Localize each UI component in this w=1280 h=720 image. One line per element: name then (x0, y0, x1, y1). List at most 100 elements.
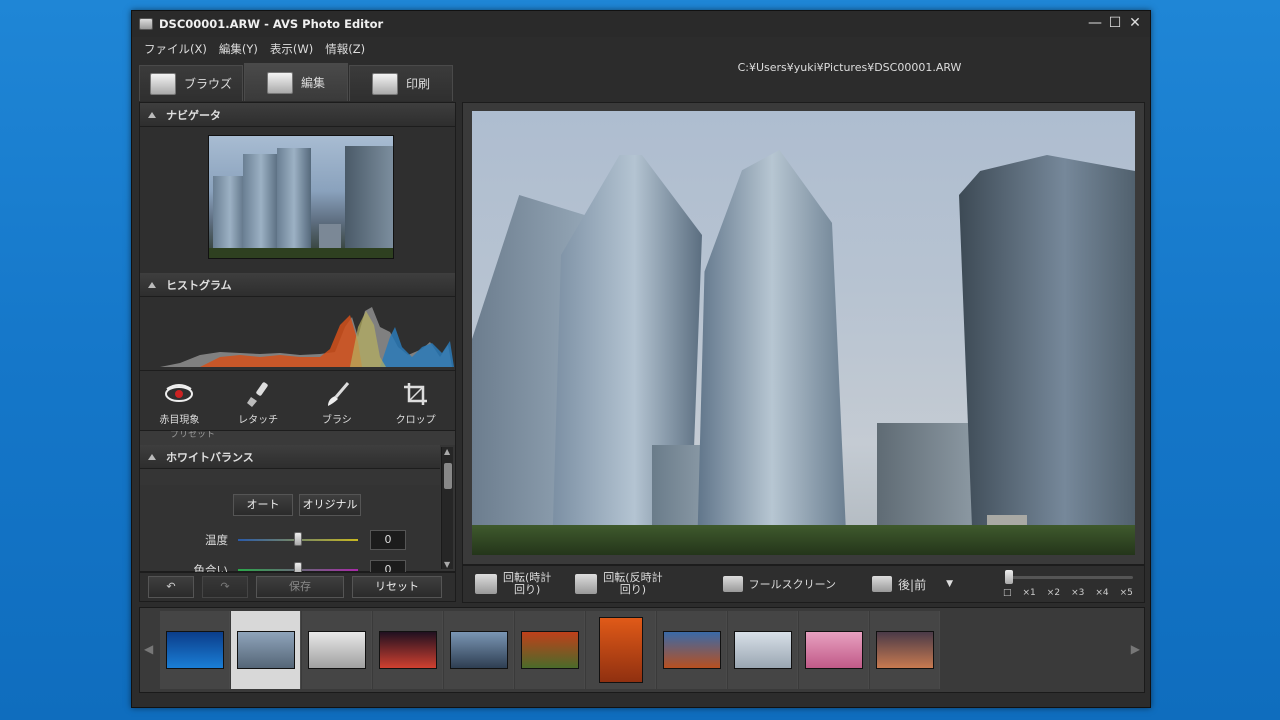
tree-line (472, 525, 1135, 555)
left-panel: ナビゲータ ヒストグラム 赤目現象 レタッチ ブラシ クロップ プリセット ホワ… (139, 102, 456, 580)
image-viewer (462, 102, 1145, 565)
app-icon (139, 18, 153, 30)
menu-view[interactable]: 表示(W) (264, 39, 319, 59)
maximize-button[interactable]: ☐ (1106, 14, 1124, 32)
temperature-label: 温度 (205, 533, 228, 547)
navigator-thumbnail[interactable] (208, 135, 394, 259)
tab-edit[interactable]: 編集 (244, 63, 348, 101)
auto-button[interactable]: オート (233, 494, 293, 516)
collapse-icon (148, 281, 156, 288)
brush-icon (327, 382, 350, 406)
menu-file[interactable]: ファイル(X) (138, 39, 213, 59)
zoom-fit[interactable]: □ (1003, 588, 1012, 598)
histogram-graph (160, 307, 454, 367)
thumbnail-windows-wallpaper (165, 631, 224, 669)
minimize-button[interactable]: — (1086, 14, 1104, 32)
fullscreen-label: フールスクリーン (748, 578, 837, 591)
fullscreen-icon (722, 576, 743, 592)
crop-label: クロップ (395, 415, 436, 426)
undo-icon: ↶ (166, 580, 176, 593)
rotate-counterclockwise-button[interactable]: 回転(反時計 回り) (575, 572, 663, 596)
tab-edit-label: 編集 (300, 76, 325, 90)
scrollbar-thumb[interactable] (444, 463, 452, 489)
temperature-value[interactable]: 0 (370, 530, 406, 550)
filmstrip-left-arrow[interactable]: ◀ (144, 642, 153, 656)
temperature-slider[interactable] (238, 532, 358, 546)
chevron-down-icon[interactable]: ▼ (946, 579, 953, 589)
histogram-header[interactable]: ヒストグラム (140, 273, 455, 297)
filmstrip-item[interactable] (231, 611, 301, 689)
before-after-button[interactable]: 後|前 ▼ (872, 576, 953, 593)
rotate-clockwise-button[interactable]: 回転(時計 回り) (475, 572, 551, 596)
save-button[interactable]: 保存 (256, 576, 344, 598)
filmstrip-item[interactable] (586, 611, 656, 689)
zoom-1x[interactable]: ×1 (1023, 588, 1036, 598)
fullscreen-button[interactable]: フールスクリーン (722, 576, 837, 592)
filmstrip-item[interactable] (799, 611, 869, 689)
filmstrip: ◀ ▶ (139, 607, 1145, 693)
rotate-cw-icon (475, 574, 497, 594)
main-photo[interactable] (472, 111, 1135, 555)
filmstrip-items (160, 611, 1126, 689)
close-button[interactable]: ✕ (1126, 14, 1144, 32)
filmstrip-item[interactable] (444, 611, 514, 689)
redo-icon: ↷ (220, 580, 230, 593)
filmstrip-item[interactable] (160, 611, 230, 689)
redo-button[interactable]: ↷ (202, 576, 248, 598)
eye-icon (165, 384, 194, 402)
preset-header-partial[interactable]: プリセット (140, 431, 455, 445)
undo-button[interactable]: ↶ (148, 576, 194, 598)
menu-bar: ファイル(X) 編集(Y) 表示(W) 情報(Z) (132, 39, 371, 59)
brush-tool[interactable]: ブラシ (298, 371, 377, 430)
reset-button[interactable]: リセット (352, 576, 442, 598)
tab-browse[interactable]: ブラウズ (139, 65, 243, 101)
thumbnail-skyscrapers (236, 631, 295, 669)
filmstrip-item[interactable] (728, 611, 798, 689)
app-window: DSC00001.ARW - AVS Photo Editor — ☐ ✕ ファ… (131, 10, 1151, 708)
retouch-tool[interactable]: レタッチ (219, 371, 298, 430)
zoom-knob[interactable] (1005, 570, 1013, 584)
preset-label: プリセット (170, 431, 216, 440)
tint-slider[interactable] (238, 562, 358, 576)
rotate-ccw-icon (575, 574, 598, 594)
filmstrip-item[interactable] (515, 611, 585, 689)
compare-icon (872, 576, 893, 592)
temperature-knob[interactable] (294, 532, 302, 546)
temperature-row: 温度 0 (140, 529, 440, 551)
thumbnail-mountain-clouds (449, 631, 508, 669)
histogram-panel (140, 297, 455, 371)
filmstrip-item[interactable] (302, 611, 372, 689)
filmstrip-item[interactable] (657, 611, 727, 689)
zoom-slider[interactable] (1005, 570, 1133, 584)
thumbnail-white-sculpture (307, 631, 366, 669)
crop-tool[interactable]: クロップ (376, 371, 455, 430)
scroll-up-icon[interactable]: ▲ (444, 447, 450, 456)
menu-edit[interactable]: 編集(Y) (213, 39, 264, 59)
filmstrip-item[interactable] (870, 611, 940, 689)
tab-print[interactable]: 印刷 (349, 65, 453, 101)
menu-info[interactable]: 情報(Z) (319, 39, 371, 59)
collapse-icon (148, 111, 156, 118)
original-button[interactable]: オリジナル (299, 494, 361, 516)
brush-label: ブラシ (321, 415, 352, 426)
red-eye-tool[interactable]: 赤目現象 (140, 371, 219, 430)
zoom-4x[interactable]: ×4 (1095, 588, 1108, 598)
zoom-3x[interactable]: ×3 (1071, 588, 1084, 598)
zoom-2x[interactable]: ×2 (1047, 588, 1060, 598)
thumbnail-red-maple (598, 617, 643, 683)
navigator-header[interactable]: ナビゲータ (140, 103, 455, 127)
scroll-down-icon[interactable]: ▼ (444, 560, 450, 569)
thumbnail-pink-blossoms (804, 631, 863, 669)
left-panel-scrollbar[interactable]: ▲ ▼ (441, 447, 453, 569)
filmstrip-right-arrow[interactable]: ▶ (1131, 642, 1140, 656)
filmstrip-item[interactable] (373, 611, 443, 689)
tab-print-label: 印刷 (405, 77, 430, 91)
folder-icon (149, 72, 176, 95)
white-balance-header[interactable]: ホワイトバランス (140, 445, 440, 469)
image-toolbar: 回転(時計 回り) 回転(反時計 回り) フールスクリーン 後|前 ▼ □ ×1… (462, 565, 1145, 603)
crop-icon (403, 383, 427, 405)
retouch-brush-icon (247, 382, 268, 407)
white-balance-title: ホワイトバランス (166, 450, 254, 464)
retouch-label: レタッチ (238, 415, 279, 426)
zoom-5x[interactable]: ×5 (1120, 588, 1133, 598)
